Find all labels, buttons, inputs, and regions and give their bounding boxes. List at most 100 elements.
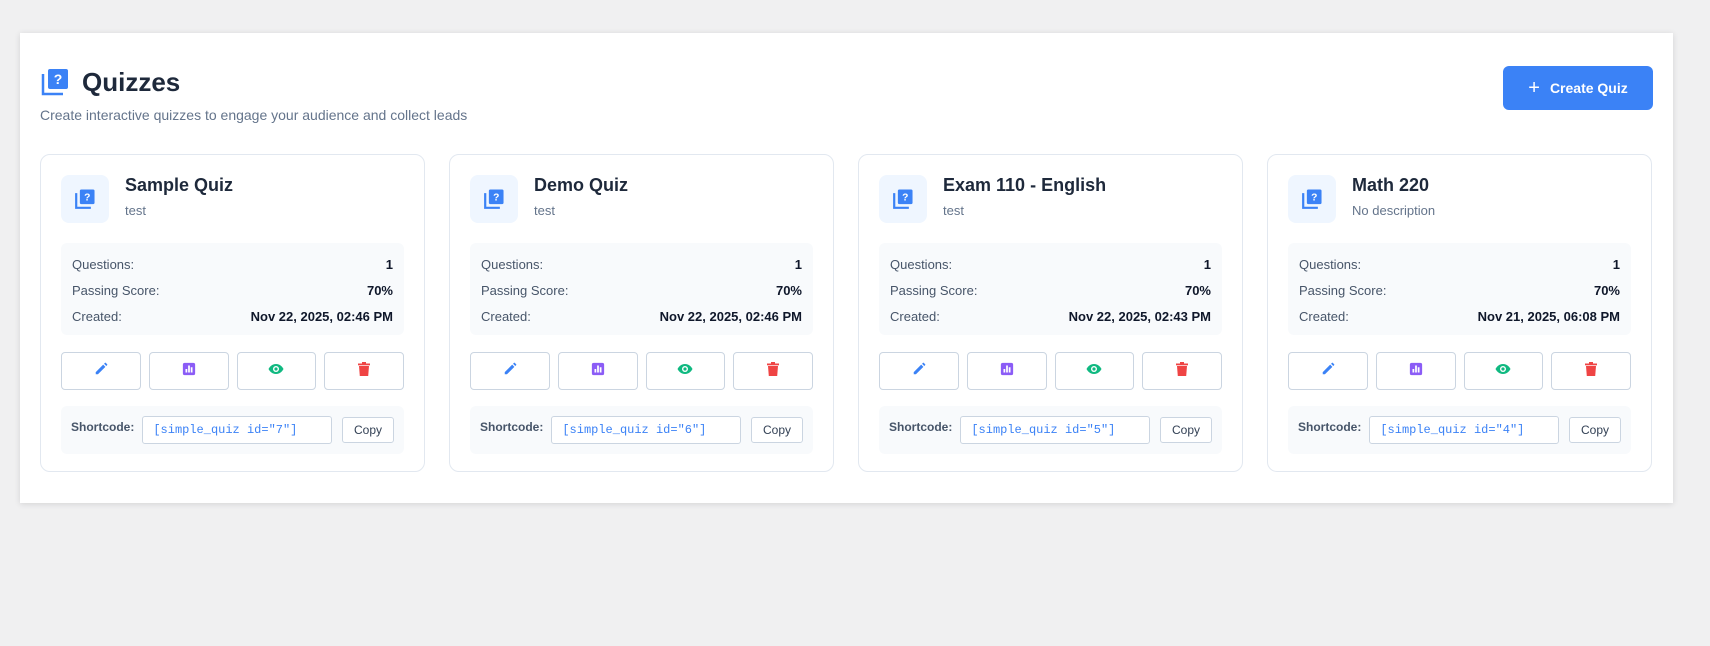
stat-value: 70% (775, 282, 802, 298)
quiz-description: test (943, 203, 964, 218)
stat-questions: Questions: 1 (1299, 251, 1620, 277)
eye-icon (677, 362, 693, 380)
quiz-card-grid: ? Sample Quiz test Questions: 1 Passing S… (40, 154, 1653, 472)
eye-icon (268, 362, 284, 380)
trash-icon (1585, 361, 1598, 381)
chart-icon (182, 362, 196, 381)
quiz-description: test (125, 203, 146, 218)
shortcode-input[interactable] (142, 416, 332, 444)
shortcode-box: Shortcode: Copy (879, 406, 1222, 454)
title-row: ? Quizzes (40, 62, 1653, 102)
svg-text:?: ? (1311, 192, 1317, 203)
edit-button[interactable] (1288, 352, 1368, 390)
trash-icon (767, 361, 780, 381)
plus-icon: + (1528, 77, 1540, 99)
svg-text:?: ? (84, 192, 90, 203)
edit-button[interactable] (470, 352, 550, 390)
stats-button[interactable] (148, 352, 229, 390)
stats-button[interactable] (557, 352, 638, 390)
stat-value: 1 (1612, 256, 1620, 272)
stat-label: Questions: (481, 256, 544, 272)
delete-button[interactable] (324, 352, 404, 390)
stat-label: Created: (1299, 308, 1349, 324)
delete-button[interactable] (1551, 352, 1631, 390)
quiz-stats: Questions: 1 Passing Score: 70% Created: No… (470, 243, 813, 335)
stat-created: Created: Nov 22, 2025, 02:46 PM (481, 303, 802, 329)
quiz-stats: Questions: 1 Passing Score: 70% Created: No… (61, 243, 404, 335)
quiz-card: ? Math 220 No description Questions: 1 Pa… (1267, 154, 1652, 472)
quiz-title: Sample Quiz (125, 175, 234, 195)
quiz-icon: ? (1288, 175, 1336, 223)
delete-button[interactable] (733, 352, 813, 390)
stat-passing-score: Passing Score: 70% (72, 277, 393, 303)
shortcode-input[interactable] (1369, 416, 1559, 444)
quiz-title: Exam 110 - English (943, 175, 1107, 195)
stat-created: Created: Nov 22, 2025, 02:46 PM (72, 303, 393, 329)
copy-button[interactable]: Copy (1159, 417, 1212, 443)
stat-value: 70% (1184, 282, 1211, 298)
chart-icon (591, 362, 605, 381)
stat-value: 70% (1593, 282, 1620, 298)
stat-value: 70% (366, 282, 393, 298)
stats-button[interactable] (966, 352, 1047, 390)
quiz-title: Demo Quiz (534, 175, 629, 195)
trash-icon (1176, 361, 1189, 381)
create-quiz-label: Create Quiz (1549, 80, 1628, 96)
shortcode-input[interactable] (551, 416, 741, 444)
pencil-icon (94, 362, 108, 381)
card-header: ? Sample Quiz test (61, 175, 404, 223)
stat-passing-score: Passing Score: 70% (890, 277, 1211, 303)
card-header: ? Demo Quiz test (470, 175, 813, 223)
shortcode-box: Shortcode: Copy (1288, 406, 1631, 454)
quiz-icon: ? (879, 175, 927, 223)
stat-label: Passing Score: (72, 282, 160, 298)
stat-value: 1 (385, 256, 393, 272)
stat-label: Created: (890, 308, 940, 324)
quiz-stats: Questions: 1 Passing Score: 70% Created: No… (879, 243, 1222, 335)
card-header: ? Math 220 No description (1288, 175, 1631, 223)
stat-value: 1 (1203, 256, 1211, 272)
copy-button[interactable]: Copy (1568, 417, 1621, 443)
svg-text:?: ? (54, 71, 63, 87)
stat-questions: Questions: 1 (72, 251, 393, 277)
create-quiz-button[interactable]: + Create Quiz (1503, 66, 1653, 110)
delete-button[interactable] (1142, 352, 1222, 390)
stat-value: Nov 22, 2025, 02:46 PM (250, 308, 393, 324)
view-button[interactable] (1463, 352, 1544, 390)
stat-label: Created: (72, 308, 122, 324)
stat-label: Passing Score: (890, 282, 978, 298)
quiz-description: test (534, 203, 555, 218)
quizzes-panel: ? Quizzes Create interactive quizzes to … (20, 33, 1673, 503)
quiz-actions (470, 352, 813, 390)
page-header: ? Quizzes Create interactive quizzes to … (40, 62, 1653, 123)
edit-button[interactable] (61, 352, 141, 390)
view-button[interactable] (1054, 352, 1135, 390)
copy-button[interactable]: Copy (341, 417, 394, 443)
page-title: Quizzes (82, 66, 181, 97)
stat-label: Questions: (72, 256, 135, 272)
stat-passing-score: Passing Score: 70% (1299, 277, 1620, 303)
view-button[interactable] (645, 352, 726, 390)
quiz-card: ? Sample Quiz test Questions: 1 Passing S… (40, 154, 425, 472)
chart-icon (1000, 362, 1014, 381)
chart-icon (1409, 362, 1423, 381)
quiz-description: No description (1352, 203, 1436, 218)
quiz-actions (61, 352, 404, 390)
copy-button[interactable]: Copy (750, 417, 803, 443)
stat-label: Passing Score: (481, 282, 569, 298)
view-button[interactable] (236, 352, 317, 390)
quiz-stats: Questions: 1 Passing Score: 70% Created: No… (1288, 243, 1631, 335)
page-subtitle: Create interactive quizzes to engage you… (40, 107, 468, 123)
pencil-icon (912, 362, 926, 381)
shortcode-label: Shortcode: (1298, 420, 1362, 434)
edit-button[interactable] (879, 352, 959, 390)
stat-label: Questions: (1299, 256, 1362, 272)
shortcode-label: Shortcode: (889, 420, 953, 434)
stat-questions: Questions: 1 (890, 251, 1211, 277)
shortcode-label: Shortcode: (71, 420, 135, 434)
quiz-actions (1288, 352, 1631, 390)
shortcode-input[interactable] (960, 416, 1150, 444)
stats-button[interactable] (1375, 352, 1456, 390)
eye-icon (1495, 362, 1511, 380)
quiz-icon: ? (470, 175, 518, 223)
